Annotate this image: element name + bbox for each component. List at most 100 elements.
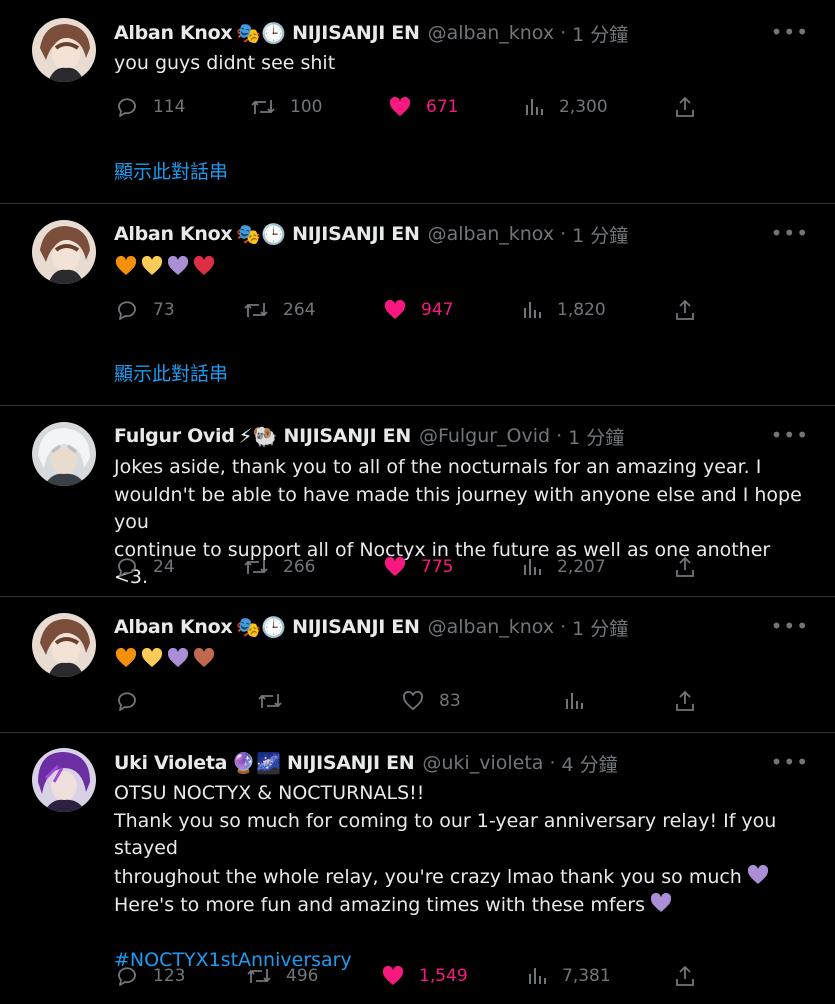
tweet-time[interactable]: 1 分鐘 (572, 20, 628, 47)
view-count: 2,300 (559, 97, 608, 117)
tweet[interactable]: Uki Violeta 🔮🌌 NIJISANJI EN @uki_violeta… (0, 733, 835, 1004)
author-handle[interactable]: @alban_knox (428, 616, 555, 638)
like-count: 671 (426, 97, 459, 117)
orange-heart-icon (115, 255, 137, 275)
retweet-button[interactable]: 496 (246, 962, 318, 990)
avatar[interactable] (32, 748, 96, 812)
retweet-count: 264 (283, 300, 316, 320)
reply-button[interactable]: 24 (115, 553, 175, 581)
heart-filled-icon (384, 556, 406, 576)
retweet-count: 100 (290, 97, 323, 117)
author-name[interactable]: Fulgur Ovid (114, 425, 235, 447)
author-name[interactable]: Uki Violeta (114, 752, 227, 774)
avatar[interactable] (32, 422, 96, 486)
share-button[interactable] (674, 553, 696, 581)
more-dots-icon[interactable]: ••• (771, 616, 809, 644)
avatar[interactable] (32, 613, 96, 677)
like-count: 83 (439, 691, 461, 711)
like-button[interactable]: 1,549 (381, 962, 468, 990)
like-button[interactable]: 947 (383, 296, 453, 324)
author-emoji: 🎭🕒 (236, 222, 287, 246)
reply-button[interactable]: 114 (115, 93, 185, 121)
avatar[interactable] (32, 220, 96, 284)
author-org: NIJISANJI EN (286, 752, 415, 774)
share-button[interactable] (674, 687, 696, 715)
views-button[interactable] (565, 687, 585, 715)
author-emoji: 🎭🕒 (236, 615, 287, 639)
retweet-icon (244, 303, 268, 317)
separator-dot: · (560, 616, 567, 638)
like-button[interactable]: 671 (388, 93, 458, 121)
tweet-time[interactable]: 4 分鐘 (561, 750, 617, 777)
author-emoji: 🔮🌌 (231, 751, 281, 775)
heart-filled-icon (389, 96, 411, 116)
avatar[interactable] (32, 18, 96, 82)
like-count: 775 (421, 557, 454, 577)
show-thread-link[interactable]: 顯示此對話串 (114, 359, 228, 386)
purple-heart-icon (747, 864, 768, 884)
author-name[interactable]: Alban Knox (114, 22, 233, 44)
more-dots-icon[interactable]: ••• (771, 752, 809, 780)
purple-heart-icon (650, 892, 672, 912)
author-emoji: ⚡🐏 (238, 424, 278, 448)
more-dots-icon[interactable]: ••• (771, 425, 809, 453)
reply-button[interactable]: 73 (115, 296, 175, 324)
reply-count: 24 (153, 557, 175, 577)
orange-heart-icon (115, 647, 137, 667)
yellow-heart-icon (141, 255, 163, 275)
tweet-text: you guys didnt see shit (114, 52, 336, 74)
author-org: NIJISANJI EN (292, 22, 420, 44)
like-button[interactable]: 83 (401, 687, 461, 715)
heart-emoji-row (114, 646, 216, 670)
tweet-text-line: OTSU NOCTYX & NOCTURNALS!! (114, 782, 425, 804)
views-button[interactable]: 2,207 (523, 553, 606, 581)
tweet[interactable]: Fulgur Ovid ⚡🐏 NIJISANJI EN @Fulgur_Ovid… (0, 406, 835, 596)
separator-dot: · (556, 425, 563, 447)
views-button[interactable]: 7,381 (528, 962, 611, 990)
more-dots-icon[interactable]: ••• (771, 223, 809, 251)
views-chart-icon (524, 302, 541, 318)
retweet-button[interactable]: 266 (243, 553, 315, 581)
show-thread-link[interactable]: 顯示此對話串 (114, 157, 228, 184)
retweet-count: 496 (286, 966, 319, 986)
retweet-count: 266 (283, 557, 316, 577)
share-button[interactable] (674, 962, 696, 990)
red-heart-icon (193, 255, 215, 275)
reply-count: 123 (153, 966, 186, 986)
tweet-text-line: Here's to more fun and amazing times wit… (114, 891, 804, 920)
purple-heart-icon (167, 255, 189, 275)
author-org: NIJISANJI EN (283, 425, 412, 447)
purple-heart-icon (167, 647, 189, 667)
views-button[interactable]: 1,820 (523, 296, 606, 324)
author-org: NIJISANJI EN (292, 616, 420, 638)
author-name[interactable]: Alban Knox (114, 223, 233, 245)
views-chart-icon (566, 693, 583, 709)
retweet-button[interactable]: 100 (250, 93, 322, 121)
views-button[interactable]: 2,300 (525, 93, 608, 121)
retweet-icon (251, 100, 275, 114)
author-handle[interactable]: @alban_knox (428, 22, 555, 44)
tweet-time[interactable]: 1 分鐘 (572, 221, 628, 248)
retweet-button[interactable]: 264 (243, 296, 315, 324)
yellow-heart-icon (141, 647, 163, 667)
reply-button[interactable]: 123 (115, 962, 185, 990)
tweet-time[interactable]: 1 分鐘 (572, 614, 628, 641)
author-emoji: 🎭🕒 (236, 21, 287, 45)
reply-icon (118, 301, 136, 320)
view-count: 1,820 (557, 300, 606, 320)
author-name[interactable]: Alban Knox (114, 616, 233, 638)
retweet-button[interactable] (257, 687, 283, 715)
author-handle[interactable]: @uki_violeta (422, 752, 543, 774)
author-handle[interactable]: @Fulgur_Ovid (419, 425, 550, 447)
reply-button[interactable] (115, 687, 139, 715)
tweet[interactable]: Alban Knox 🎭🕒 NIJISANJI EN @alban_knox ·… (0, 204, 835, 405)
like-button[interactable]: 775 (383, 553, 453, 581)
share-button[interactable] (674, 93, 696, 121)
tweet-text: OTSU NOCTYX & NOCTURNALS!! Thank you so … (114, 780, 804, 975)
tweet[interactable]: Alban Knox 🎭🕒 NIJISANJI EN @alban_knox ·… (0, 597, 835, 732)
more-dots-icon[interactable]: ••• (771, 22, 809, 50)
share-button[interactable] (674, 296, 696, 324)
author-handle[interactable]: @alban_knox (428, 223, 555, 245)
tweet[interactable]: Alban Knox 🎭🕒 NIJISANJI EN @alban_knox ·… (0, 0, 835, 203)
tweet-time[interactable]: 1 分鐘 (568, 423, 624, 450)
